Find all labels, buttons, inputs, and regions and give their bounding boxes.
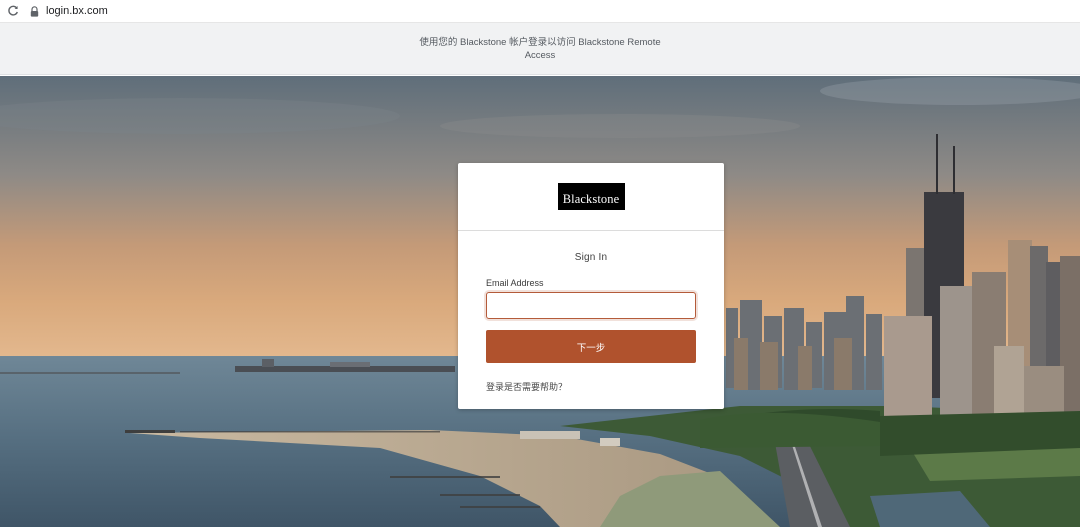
lock-icon bbox=[30, 5, 40, 17]
email-field[interactable] bbox=[486, 292, 696, 319]
card-header: Blackstone bbox=[458, 163, 724, 231]
reload-icon[interactable] bbox=[6, 4, 20, 18]
card-body: Sign In Email Address 下一步 登录是否需要帮助？ bbox=[458, 252, 724, 393]
banner-text: 使用您的 Blackstone 帐户登录以访问 Blackstone Remot… bbox=[419, 36, 661, 61]
browser-address-bar: login.bx.com bbox=[0, 0, 1080, 23]
email-label: Email Address bbox=[486, 278, 544, 288]
login-card: Blackstone Sign In Email Address 下一步 登录是… bbox=[458, 163, 724, 409]
next-button[interactable]: 下一步 bbox=[486, 330, 696, 363]
sign-in-title: Sign In bbox=[574, 252, 608, 263]
help-link[interactable]: 登录是否需要帮助？ bbox=[486, 380, 696, 393]
logo-text: Blackstone bbox=[562, 191, 620, 206]
info-banner: 使用您的 Blackstone 帐户登录以访问 Blackstone Remot… bbox=[0, 23, 1080, 75]
url-text[interactable]: login.bx.com bbox=[46, 5, 108, 17]
blackstone-logo: Blackstone bbox=[557, 183, 625, 210]
